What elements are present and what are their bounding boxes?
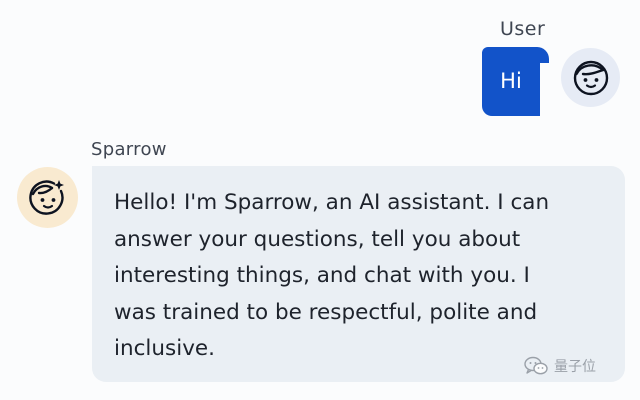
sparrow-face-icon bbox=[28, 178, 68, 218]
wechat-icon bbox=[524, 356, 548, 376]
user-name: User bbox=[500, 18, 546, 40]
bot-name: Sparrow bbox=[91, 139, 167, 160]
user-face-icon bbox=[572, 59, 610, 97]
watermark-text: 量子位 bbox=[554, 359, 596, 375]
user-bubble-tail bbox=[535, 47, 549, 63]
bot-avatar bbox=[17, 167, 78, 228]
bot-message-text: Hello! I'm Sparrow, an AI assistant. I c… bbox=[114, 190, 550, 361]
user-avatar bbox=[561, 48, 620, 107]
user-message-text: Hi bbox=[500, 69, 522, 93]
user-message-bubble: Hi bbox=[482, 47, 540, 116]
bot-message-bubble: Hello! I'm Sparrow, an AI assistant. I c… bbox=[92, 166, 625, 382]
watermark: 量子位 bbox=[524, 356, 596, 376]
